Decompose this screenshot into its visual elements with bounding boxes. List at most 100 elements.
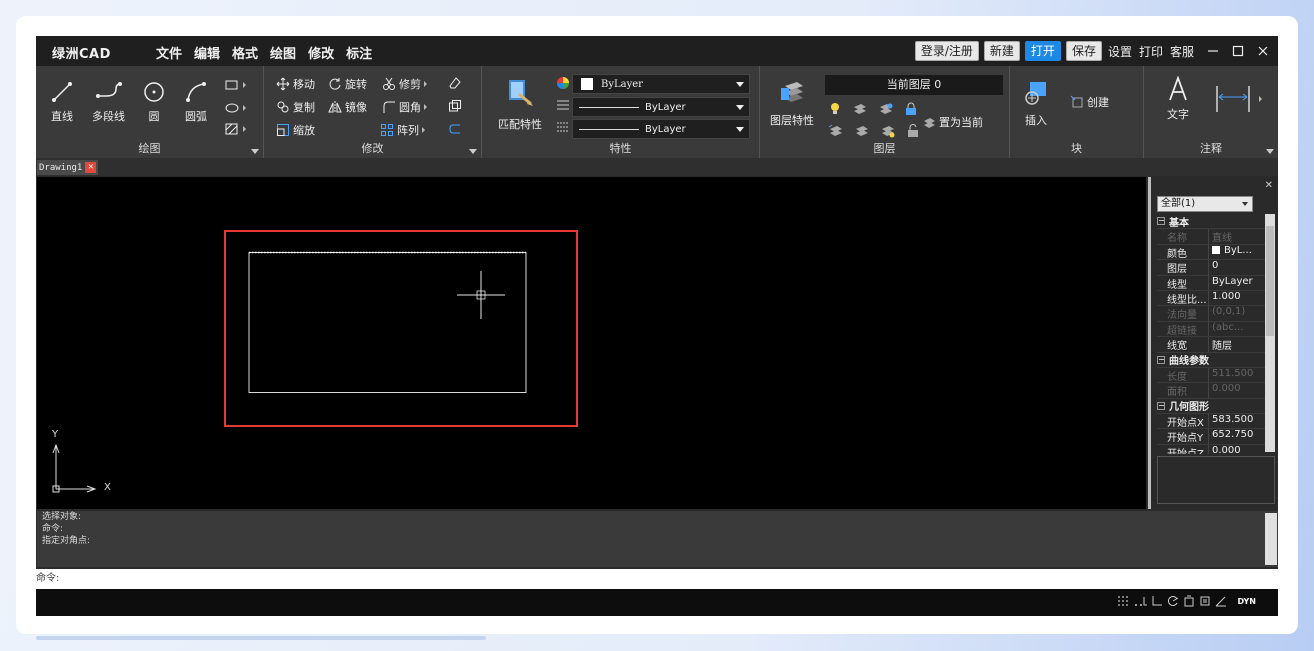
layer-properties-tool[interactable]: 图层特性 [770,78,814,128]
lineweight-toggle-icon[interactable] [1215,595,1227,607]
lineweight-dropdown[interactable]: ByLayer [572,119,750,139]
menu-file[interactable]: 文件 [156,43,182,62]
command-scrollbar[interactable] [1265,513,1277,565]
insert-block-tool[interactable]: 插入 [1022,80,1050,128]
property-row[interactable]: 颜色 ByL... [1157,244,1265,261]
layer-thaw-icon[interactable] [880,124,896,138]
color-dropdown[interactable]: ByLayer [572,74,750,94]
polyline-tool[interactable]: 多段线 [92,80,125,124]
rectangle-tool[interactable] [224,78,246,92]
erase-tool[interactable] [448,76,462,90]
property-value[interactable]: ByLayer [1209,276,1265,290]
offset-tool[interactable] [448,99,462,113]
property-row[interactable]: 图层 0 [1157,260,1265,276]
drawing-canvas[interactable]: Y X [37,177,1146,509]
document-tab[interactable]: Drawing1 ✕ [37,160,99,175]
hatch-tool[interactable] [224,122,246,136]
chevron-down-icon [1242,202,1248,206]
move-tool[interactable]: 移动 [276,76,315,92]
create-block-button[interactable]: 创建 [1070,94,1109,110]
property-value[interactable]: 0.000 [1209,445,1265,454]
ortho-icon[interactable] [1151,595,1163,607]
property-section[interactable]: − 曲线参数 [1157,353,1265,368]
property-row[interactable]: 线宽 随层 [1157,337,1265,353]
otrack-icon[interactable] [1199,595,1211,607]
current-layer-display[interactable]: 当前图层 0 [825,75,1003,95]
osnap-icon[interactable] [1183,595,1195,607]
palette-close-icon[interactable]: ✕ [1265,180,1273,191]
menu-modify[interactable]: 修改 [308,43,334,62]
print-link[interactable]: 打印 [1138,43,1164,60]
property-row[interactable]: 线型 ByLayer [1157,275,1265,291]
trim-tool[interactable]: 修剪 [382,76,427,92]
ellipse-tool[interactable] [224,101,246,115]
property-row[interactable]: 开始点Y 652.750 [1157,429,1265,445]
login-button[interactable]: 登录/注册 [914,41,979,61]
layer-walk-icon[interactable] [854,124,870,138]
linetype-dropdown[interactable]: ByLayer [572,97,750,117]
menu-draw[interactable]: 绘图 [270,43,296,62]
layer-freeze-icon[interactable] [878,102,894,116]
collapse-icon[interactable]: − [1157,401,1165,410]
property-value[interactable]: ByL... [1209,245,1265,259]
draw-panel-expand-icon[interactable] [251,149,259,154]
text-tool[interactable]: 文字 [1166,76,1190,122]
palette-scrollbar[interactable] [1265,214,1275,452]
arc-tool[interactable]: 圆弧 [184,80,208,124]
circle-tool[interactable]: 圆 [142,80,166,124]
modify-panel-expand-icon[interactable] [469,149,477,154]
menu-edit[interactable]: 编辑 [194,43,220,62]
set-current-layer-button[interactable]: 置为当前 [922,114,983,130]
property-value[interactable]: 652.750 [1209,429,1265,443]
property-value[interactable]: 随层 [1209,337,1265,351]
save-button[interactable]: 保存 [1065,41,1102,61]
settings-link[interactable]: 设置 [1107,43,1133,60]
dimension-tool[interactable] [1214,84,1262,114]
minimize-icon[interactable] [1206,44,1220,58]
array-tool[interactable]: 阵列 [380,122,425,138]
annotation-panel-expand-icon[interactable] [1266,149,1274,154]
history-line: 命令: [42,524,64,534]
scale-tool[interactable]: 缩放 [276,122,315,138]
property-section[interactable]: − 几何图形 [1157,399,1265,415]
property-row[interactable]: 开始点X 583.500 [1157,414,1265,430]
collapse-icon[interactable]: − [1157,217,1165,226]
property-row[interactable]: 开始点Z0.000 [1157,444,1265,454]
unlock-icon[interactable] [906,124,920,138]
new-button[interactable]: 新建 [983,41,1020,61]
layer-isolate-icon[interactable] [852,102,868,116]
line-tool[interactable]: 直线 [50,80,74,124]
palette-scroll-thumb[interactable] [1266,226,1274,336]
collapse-icon[interactable]: − [1157,355,1165,364]
maximize-icon[interactable] [1231,44,1245,58]
service-link[interactable]: 客服 [1169,43,1195,60]
extend-tool[interactable] [448,122,462,136]
rotate-tool[interactable]: 旋转 [328,76,367,92]
copy-tool[interactable]: 复制 [276,99,315,115]
property-value[interactable]: 583.500 [1209,414,1265,428]
close-tab-icon[interactable]: ✕ [85,162,97,173]
match-properties-tool[interactable]: 匹配特性 [498,78,542,132]
command-history: 选择对象: 命令: 指定对角点: [37,511,1278,567]
polar-icon[interactable] [1167,595,1179,607]
lightbulb-icon[interactable] [828,102,842,116]
layer-previous-icon[interactable] [828,124,844,138]
property-value[interactable]: 1.000 [1209,291,1265,305]
close-icon[interactable] [1256,44,1270,58]
grid-icon[interactable] [1117,595,1129,607]
dyn-toggle[interactable]: DYN [1237,597,1256,606]
property-value[interactable]: 0 [1209,260,1265,274]
drawn-rectangle[interactable] [248,252,527,393]
menu-format[interactable]: 格式 [232,43,258,62]
menu-dimension[interactable]: 标注 [346,43,372,62]
command-input[interactable]: 命令: [36,569,1278,589]
property-row[interactable]: 线型比... 1.000 [1157,290,1265,307]
fillet-tool[interactable]: 圆角 [382,99,427,115]
property-section[interactable]: − 基本 [1157,214,1265,230]
mirror-tool[interactable]: 镜像 [328,99,367,115]
selection-filter-dropdown[interactable]: 全部(1) [1157,196,1253,212]
menu-bar: 文件 编辑 格式 绘图 修改 标注 [156,43,372,62]
open-button[interactable]: 打开 [1024,41,1061,61]
lock-icon[interactable] [904,102,918,116]
snap-icon[interactable] [1133,595,1148,607]
